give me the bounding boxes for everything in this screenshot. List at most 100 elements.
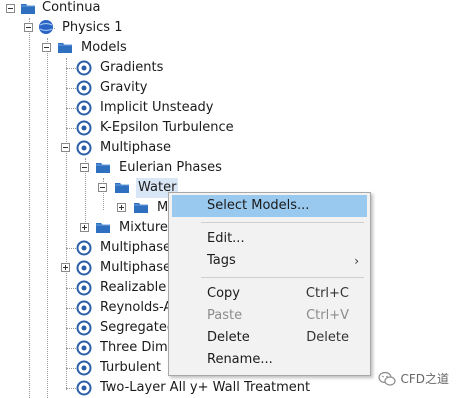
menu-item-copy[interactable]: Copy Ctrl+C <box>172 283 367 305</box>
menu-item-shortcut: Delete <box>306 330 349 345</box>
model-icon <box>76 260 92 276</box>
folder-icon <box>21 4 35 14</box>
tree-item-label: Realizable <box>100 280 167 295</box>
tree-line <box>66 368 76 369</box>
collapse-toggle[interactable] <box>42 43 51 52</box>
collapse-toggle[interactable] <box>98 183 107 192</box>
expand-toggle[interactable] <box>117 203 126 212</box>
tree-line <box>66 128 76 129</box>
collapse-toggle[interactable] <box>61 143 70 152</box>
menu-item-label: Tags <box>207 253 236 268</box>
tree-item-label: Gravity <box>100 80 148 95</box>
tree-item-label: Mixture <box>119 220 168 235</box>
menu-item-tags[interactable]: Tags › <box>172 250 367 272</box>
menu-item-select-models[interactable]: Select Models... <box>172 195 367 217</box>
context-menu: Select Models... Edit... Tags › Copy Ctr… <box>168 192 371 376</box>
menu-item-label: Rename... <box>207 352 273 367</box>
expand-toggle[interactable] <box>61 263 70 272</box>
tree-line <box>66 88 76 89</box>
tree-line <box>66 348 76 349</box>
model-icon <box>76 360 92 376</box>
expand-toggle[interactable] <box>80 223 89 232</box>
tree-item-multiphase-3[interactable]: Multiphase <box>100 258 171 278</box>
model-icon <box>76 340 92 356</box>
menu-item-label: Edit... <box>207 231 245 246</box>
model-icon <box>76 320 92 336</box>
model-icon <box>76 240 92 256</box>
tree-item-label: Physics 1 <box>62 20 123 35</box>
tree-item-eulerian-phases[interactable]: Eulerian Phases <box>119 158 222 178</box>
tree-item-gradients[interactable]: Gradients <box>100 58 163 78</box>
tree-item-multiphase-2[interactable]: Multiphase <box>100 238 171 258</box>
menu-separator <box>201 277 364 278</box>
tree-line <box>66 108 76 109</box>
folder-icon <box>115 183 129 193</box>
menu-item-delete[interactable]: Delete Delete <box>172 327 367 349</box>
model-icon <box>76 300 92 316</box>
tree-item-label: K-Epsilon Turbulence <box>100 120 234 135</box>
tree-line <box>66 248 76 249</box>
submenu-arrow-icon: › <box>354 254 359 268</box>
menu-item-shortcut: Ctrl+V <box>306 308 349 323</box>
collapse-toggle[interactable] <box>80 163 89 172</box>
model-icon <box>76 380 92 396</box>
tree-item-label: Implicit Unsteady <box>100 100 214 115</box>
tree-item-mixture[interactable]: Mixture <box>119 218 168 238</box>
tree-item-label: Multiphase <box>100 240 172 255</box>
tree-item-models[interactable]: Models <box>81 38 127 58</box>
menu-separator <box>201 222 364 223</box>
folder-icon <box>58 43 72 53</box>
tree-item-reynolds-averaged[interactable]: Reynolds-A <box>100 298 172 318</box>
watermark: CFD之道 <box>378 370 449 387</box>
menu-item-label: Copy <box>207 286 240 301</box>
tree-line <box>29 18 30 398</box>
menu-item-rename[interactable]: Rename... <box>172 349 367 371</box>
tree-item-label: Turbulent <box>100 360 161 375</box>
tree-item-continua[interactable]: Continua <box>42 0 100 18</box>
tree-item-multiphase[interactable]: Multiphase <box>100 138 171 158</box>
model-icon <box>76 140 92 156</box>
tree-item-three-dimensional[interactable]: Three Dime <box>100 338 176 358</box>
tree-item-k-epsilon-turbulence[interactable]: K-Epsilon Turbulence <box>100 118 234 138</box>
tree-item-turbulent[interactable]: Turbulent <box>100 358 161 378</box>
tree-item-label: Multiphase <box>100 140 172 155</box>
collapse-toggle[interactable] <box>24 23 33 32</box>
tree-item-label: Three Dime <box>100 340 176 355</box>
tree-item-physics-1[interactable]: Physics 1 <box>62 18 122 38</box>
tree-line <box>47 38 48 398</box>
tree-item-realizable[interactable]: Realizable <box>100 278 166 298</box>
tree-item-label: Reynolds-A <box>100 300 173 315</box>
physics-continuum-icon <box>39 20 53 34</box>
collapse-toggle[interactable] <box>6 4 15 13</box>
menu-item-edit[interactable]: Edit... <box>172 228 367 250</box>
tree-item-segregated[interactable]: Segregated <box>100 318 175 338</box>
model-icon <box>76 280 92 296</box>
tree-line <box>66 308 76 309</box>
model-icon <box>76 80 92 96</box>
tree-line <box>66 328 76 329</box>
tree-item-two-layer-wall-treatment[interactable]: Two-Layer All y+ Wall Treatment <box>100 378 310 398</box>
model-icon <box>76 120 92 136</box>
folder-icon <box>134 203 148 213</box>
folder-icon <box>96 223 110 233</box>
menu-item-paste[interactable]: Paste Ctrl+V <box>172 305 367 327</box>
wechat-icon <box>378 371 397 386</box>
tree-item-label: Continua <box>42 0 101 15</box>
tree-item-gravity[interactable]: Gravity <box>100 78 147 98</box>
folder-icon <box>96 163 110 173</box>
tree-item-label: Eulerian Phases <box>119 160 222 175</box>
tree-item-label: M <box>157 200 169 215</box>
model-icon <box>76 60 92 76</box>
model-icon <box>76 100 92 116</box>
tree-item-label: Models <box>81 40 127 55</box>
tree-item-label: Multiphase <box>100 260 172 275</box>
tree-line <box>66 68 76 69</box>
menu-item-shortcut: Ctrl+C <box>305 286 349 301</box>
tree-line <box>66 288 76 289</box>
menu-item-label: Delete <box>207 330 250 345</box>
tree-item-implicit-unsteady[interactable]: Implicit Unsteady <box>100 98 214 118</box>
tree-item-label: Two-Layer All y+ Wall Treatment <box>100 380 311 395</box>
tree-item-label: Gradients <box>100 60 164 75</box>
tree-item-models-sub[interactable]: M <box>157 198 168 218</box>
menu-item-label: Select Models... <box>207 198 310 213</box>
